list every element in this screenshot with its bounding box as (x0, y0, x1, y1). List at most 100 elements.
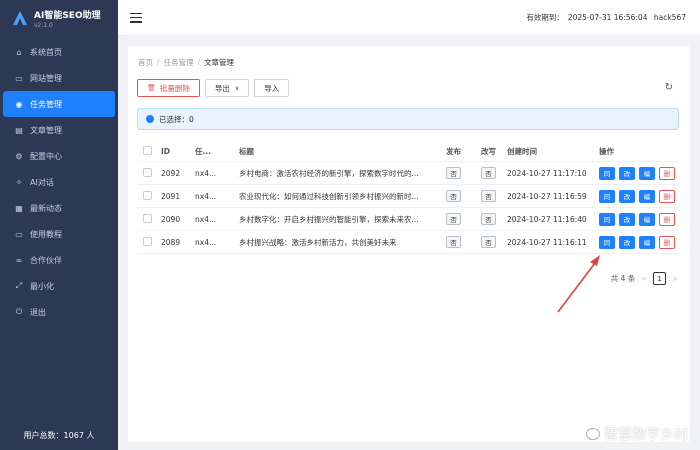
delete-button[interactable]: 删 (659, 189, 675, 203)
publish-status-tag: 否 (446, 236, 461, 248)
edit-button[interactable]: 编 (639, 235, 655, 249)
refresh-icon[interactable]: ↻ (665, 82, 673, 93)
cell-created: 2024-10-27 11:16:11 (507, 237, 587, 247)
chevron-down-icon: ∨ (234, 84, 240, 92)
sidebar-item-label: 系统首页 (30, 47, 62, 57)
top-header: 有效期到： 2025-07-31 16:56:04 hack567 (118, 0, 700, 36)
header-info: 有效期到： 2025-07-31 16:56:04 hack567 (522, 12, 686, 23)
breadcrumb: 首页 / 任务管理 / 文章管理 (138, 58, 235, 67)
sidebar-item-label: 退出 (30, 307, 46, 317)
website-icon: ▭ (15, 73, 23, 83)
cell-title: 乡村数字化：开启乡村振兴的智能引擎，探索未来农... (239, 214, 419, 224)
sidebar-item-website[interactable]: ▭ 网站管理 (0, 65, 118, 91)
batch-delete-label: 批量删除 (159, 83, 190, 93)
table-body: 2092 nx4... 乡村电商：激活农村经济的新引擎，探索数字时代的... 否否 20… (137, 162, 679, 254)
sidebar-item-label: 文章管理 (30, 125, 62, 135)
edit-button[interactable]: 编 (639, 212, 655, 226)
delete-button[interactable]: 删 (659, 235, 675, 249)
publish-button[interactable]: 同 (599, 235, 615, 249)
row-checkbox[interactable] (143, 236, 152, 246)
col-rewrite: 改写 (481, 146, 496, 156)
row-checkbox[interactable] (143, 190, 152, 200)
rewrite-button[interactable]: 改 (619, 212, 635, 226)
cell-created: 2024-10-27 11:16:40 (507, 214, 587, 224)
breadcrumb-current: 文章管理 (204, 58, 235, 67)
edit-button[interactable]: 编 (639, 166, 655, 180)
expire-value: 2025-07-31 16:56:04 (567, 13, 648, 22)
rewrite-button[interactable]: 改 (619, 235, 635, 249)
col-title: 标题 (239, 146, 254, 156)
sidebar-item-label: 任务管理 (30, 99, 62, 109)
cell-task: nx4... (195, 237, 217, 247)
breadcrumb-home[interactable]: 首页 (138, 58, 153, 67)
cell-id: 2091 (161, 191, 181, 201)
sidebar-item-label: 使用教程 (30, 229, 62, 239)
table-row: 2090 nx4... 乡村数字化：开启乡村振兴的智能引擎，探索未来农... 否 否 20… (137, 208, 679, 231)
sidebar-item-label: 网站管理 (30, 73, 62, 83)
sidebar-item-ai-chat[interactable]: ✧ AI对话 (0, 169, 118, 195)
cell-title: 乡村振兴战略：激活乡村新活力，共创美好未来 (239, 237, 397, 247)
table-row: 2089 nx4... 乡村振兴战略：激活乡村新活力，共创美好未来 否 否 2024-10… (137, 231, 679, 254)
rewrite-status-tag: 否 (481, 213, 496, 225)
col-ops: 操作 (599, 146, 614, 156)
brand-title: AI智能SEO助理 (34, 10, 101, 21)
partner-icon: ∞ (15, 255, 23, 265)
tutorial-icon: ▭ (15, 229, 23, 239)
delete-button[interactable]: 删 (659, 212, 675, 226)
sidebar-item-partner[interactable]: ∞ 合作伙伴 (0, 247, 118, 273)
selection-info: 已选择：0 (137, 108, 679, 130)
pagination: 共 4 条 < 1 > (611, 272, 678, 285)
col-id[interactable]: ID (161, 147, 195, 156)
col-created: 创建时间 (507, 146, 537, 156)
import-button[interactable]: 导入 (254, 79, 290, 97)
cell-task: nx4... (195, 214, 217, 224)
sidebar: AI智能SEO助理 v2.1.0 ⌂ 系统首页 ▭ 网站管理 ◉ 任务管理 ▤ 文章管理 ⚙ 配置… (0, 0, 118, 450)
watermark: 智慧数字乡村 (586, 424, 688, 444)
rewrite-status-tag: 否 (481, 190, 496, 202)
rewrite-status-tag: 否 (481, 167, 496, 179)
batch-delete-button[interactable]: 🗑 批量删除 (137, 79, 200, 97)
prev-page-button[interactable]: < (641, 275, 647, 283)
sidebar-item-settings[interactable]: ⚙ 配置中心 (0, 143, 118, 169)
username[interactable]: hack567 (654, 13, 686, 22)
edit-button[interactable]: 编 (639, 189, 655, 203)
cell-task: nx4... (195, 191, 217, 201)
rewrite-button[interactable]: 改 (619, 189, 635, 203)
minimize-icon: ⤢ (15, 281, 23, 290)
sidebar-item-task[interactable]: ◉ 任务管理 (3, 91, 115, 117)
ai-chat-icon: ✧ (15, 177, 23, 187)
sidebar-item-logout[interactable]: ⏻ 退出 (0, 299, 118, 325)
publish-button[interactable]: 同 (599, 212, 615, 226)
page-1-button[interactable]: 1 (653, 272, 667, 285)
col-publish: 发布 (446, 146, 461, 156)
logout-icon: ⏻ (15, 307, 23, 316)
total-count: 共 4 条 (610, 274, 636, 283)
watermark-text: 智慧数字乡村 (604, 427, 688, 443)
cell-created: 2024-10-27 11:17:10 (507, 168, 587, 178)
row-checkbox[interactable] (143, 213, 152, 223)
toolbar: 🗑 批量删除 导出 ∨ 导入 (137, 79, 290, 97)
next-page-button[interactable]: > (672, 275, 678, 283)
publish-button[interactable]: 同 (599, 189, 615, 203)
col-task[interactable]: 任... (195, 146, 239, 157)
menu-collapse-icon[interactable] (130, 12, 142, 23)
sidebar-menu: ⌂ 系统首页 ▭ 网站管理 ◉ 任务管理 ▤ 文章管理 ⚙ 配置中心 ✧ AI对话 ▦ 最新动态 ▭ 使用教程… (0, 39, 118, 325)
sidebar-item-tutorial[interactable]: ▭ 使用教程 (0, 221, 118, 247)
breadcrumb-parent[interactable]: 任务管理 (164, 58, 194, 67)
export-button[interactable]: 导出 ∨ (204, 79, 250, 97)
sidebar-item-article[interactable]: ▤ 文章管理 (0, 117, 118, 143)
select-all-checkbox[interactable] (143, 145, 152, 155)
home-icon: ⌂ (16, 47, 22, 57)
delete-button[interactable]: 删 (659, 166, 675, 180)
import-label: 导入 (264, 83, 280, 93)
brand-version: v2.1.0 (34, 21, 53, 29)
sidebar-item-home[interactable]: ⌂ 系统首页 (0, 39, 118, 65)
table-row: 2092 nx4... 乡村电商：激活农村经济的新引擎，探索数字时代的... 否 否 20… (137, 162, 679, 185)
publish-button[interactable]: 同 (599, 166, 615, 180)
sidebar-item-label: 最小化 (30, 281, 54, 291)
row-checkbox[interactable] (143, 167, 152, 177)
rewrite-button[interactable]: 改 (619, 166, 635, 180)
sidebar-item-news[interactable]: ▦ 最新动态 (0, 195, 118, 221)
cell-title: 乡村电商：激活农村经济的新引擎，探索数字时代的... (239, 168, 419, 178)
sidebar-item-minimize[interactable]: ⤢ 最小化 (0, 273, 118, 299)
